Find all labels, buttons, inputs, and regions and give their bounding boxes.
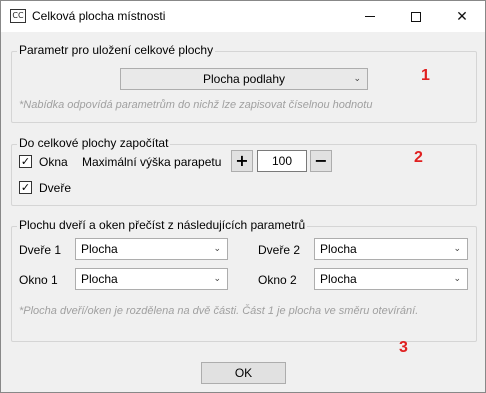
marker-2: 2 bbox=[414, 149, 423, 166]
chevron-down-icon: ⌄ bbox=[453, 244, 461, 254]
title-bar[interactable]: CC Celková plocha místnosti ✕ bbox=[1, 1, 485, 32]
okno2-label: Okno 2 bbox=[258, 273, 297, 287]
area-source-hint: *Plocha dveří/oken je rozdělena na dvě č… bbox=[19, 305, 419, 317]
ok-button[interactable]: OK bbox=[201, 362, 286, 384]
dvere1-value: Plocha bbox=[81, 242, 118, 256]
window-title: Celková plocha místnosti bbox=[32, 9, 166, 23]
dvere-label: Dveře bbox=[39, 181, 72, 195]
storage-parameter-hint: *Nabídka odpovídá parametrům do nichž lz… bbox=[19, 99, 373, 111]
okna-label: Okna bbox=[39, 155, 68, 169]
dvere2-select[interactable]: Plocha ⌄ bbox=[314, 238, 468, 260]
increment-button[interactable]: + bbox=[231, 150, 253, 172]
okno1-select[interactable]: Plocha ⌄ bbox=[75, 268, 228, 290]
dialog-window: CC Celková plocha místnosti ✕ Parametr p… bbox=[0, 0, 486, 393]
chevron-down-icon: ⌄ bbox=[213, 244, 221, 254]
okna-checkbox[interactable]: ✓ bbox=[19, 155, 32, 168]
chevron-down-icon: ⌄ bbox=[453, 274, 461, 284]
chevron-down-icon: ⌄ bbox=[213, 274, 221, 284]
close-button[interactable]: ✕ bbox=[439, 1, 485, 32]
app-icon: CC bbox=[10, 9, 26, 23]
dvere2-label: Dveře 2 bbox=[258, 243, 301, 257]
dvere2-value: Plocha bbox=[320, 242, 357, 256]
storage-parameter-value: Plocha podlahy bbox=[202, 72, 286, 86]
close-icon: ✕ bbox=[456, 8, 468, 25]
dvere-checkbox[interactable]: ✓ bbox=[19, 181, 32, 194]
max-sill-height-label: Maximální výška parapetu bbox=[82, 155, 222, 169]
maximize-button[interactable] bbox=[393, 1, 439, 32]
dvere1-label: Dveře 1 bbox=[19, 243, 62, 257]
chevron-down-icon: ⌄ bbox=[353, 74, 361, 84]
minimize-icon bbox=[365, 16, 375, 17]
okno2-select[interactable]: Plocha ⌄ bbox=[314, 268, 468, 290]
minimize-button[interactable] bbox=[347, 1, 393, 32]
okno2-value: Plocha bbox=[320, 272, 357, 286]
decrement-button[interactable]: − bbox=[310, 150, 332, 172]
storage-parameter-group-title: Parametr pro uložení celkové plochy bbox=[17, 43, 216, 57]
marker-3: 3 bbox=[399, 339, 408, 356]
area-source-group-title: Plochu dveří a oken přečíst z následujíc… bbox=[17, 218, 308, 232]
sill-height-input[interactable]: 100 bbox=[257, 150, 307, 172]
storage-parameter-select[interactable]: Plocha podlahy ⌄ bbox=[120, 68, 368, 90]
okno1-value: Plocha bbox=[81, 272, 118, 286]
include-group-title: Do celkové plochy započítat bbox=[17, 136, 171, 150]
marker-1: 1 bbox=[421, 67, 430, 84]
okno1-label: Okno 1 bbox=[19, 273, 58, 287]
maximize-icon bbox=[411, 11, 421, 22]
dvere1-select[interactable]: Plocha ⌄ bbox=[75, 238, 228, 260]
